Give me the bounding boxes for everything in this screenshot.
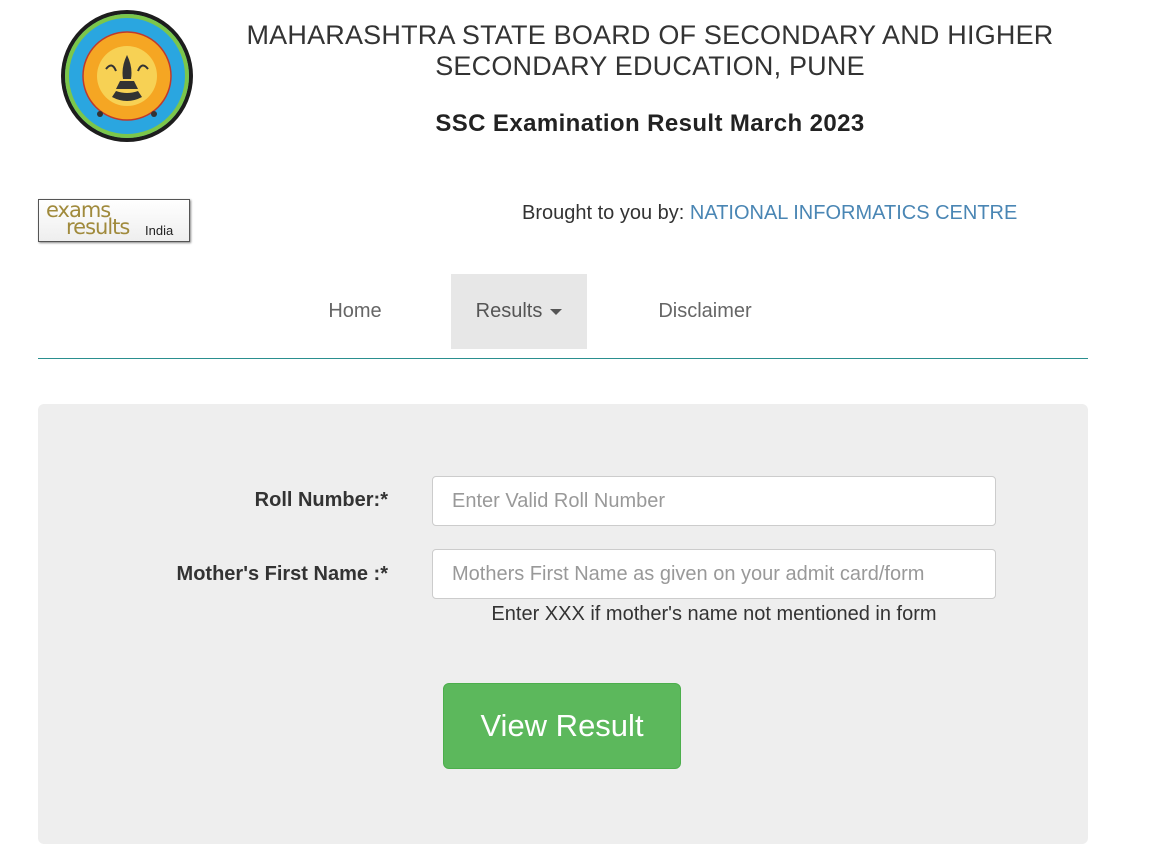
credit-prefix: Brought to you by: bbox=[522, 202, 690, 224]
mother-name-input[interactable] bbox=[432, 549, 996, 599]
nav-results-dropdown[interactable]: Results bbox=[451, 274, 587, 349]
nav-disclaimer[interactable]: Disclaimer bbox=[635, 274, 775, 349]
caret-down-icon bbox=[550, 308, 563, 315]
credit-line: Brought to you by: NATIONAL INFORMATICS … bbox=[522, 202, 1017, 225]
nic-link[interactable]: NATIONAL INFORMATICS CENTRE bbox=[690, 202, 1017, 224]
logo-word-india: India bbox=[145, 223, 174, 238]
roll-number-input[interactable] bbox=[432, 476, 996, 526]
exams-results-india-logo[interactable]: exams results India bbox=[38, 199, 190, 242]
board-seal-logo bbox=[61, 10, 193, 142]
nav-results-label: Results bbox=[475, 300, 543, 322]
exam-title: SSC Examination Result March 2023 bbox=[435, 110, 865, 137]
board-title: MAHARASHTRA STATE BOARD OF SECONDARY AND… bbox=[246, 20, 1054, 81]
mother-name-hint: Enter XXX if mother's name not mentioned… bbox=[491, 603, 937, 625]
main-navbar: Home Results Disclaimer bbox=[38, 274, 1088, 359]
nav-home[interactable]: Home bbox=[305, 274, 405, 349]
nav-home-label: Home bbox=[328, 300, 382, 322]
roll-number-label: Roll Number:* bbox=[254, 489, 388, 511]
result-form-panel: Roll Number:* Mother's First Name :* Ent… bbox=[38, 404, 1088, 844]
logo-word-results: results bbox=[66, 215, 130, 239]
mother-name-label: Mother's First Name :* bbox=[176, 563, 388, 585]
nav-disclaimer-label: Disclaimer bbox=[658, 300, 752, 322]
view-result-button[interactable]: View Result bbox=[443, 683, 681, 769]
